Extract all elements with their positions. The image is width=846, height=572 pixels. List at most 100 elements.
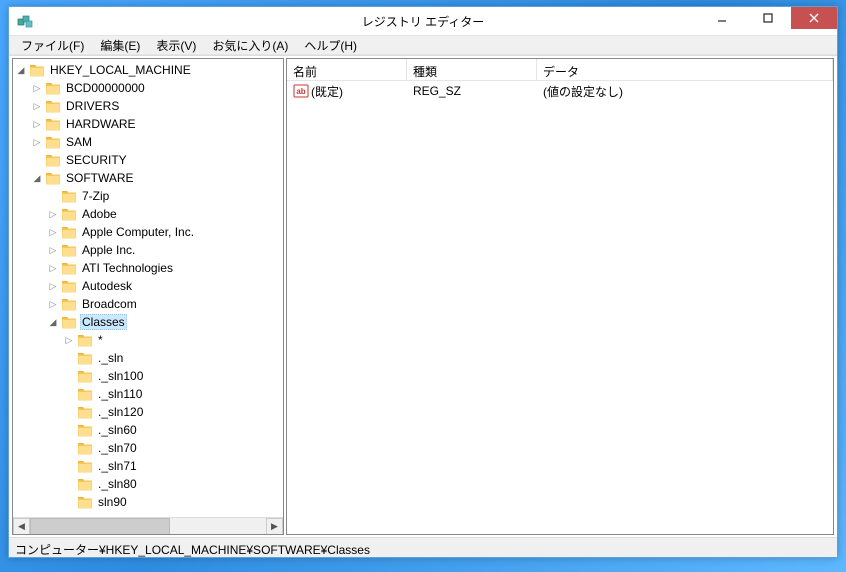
folder-icon — [61, 207, 77, 221]
tree-label: DRIVERS — [64, 99, 121, 113]
tree-row--sln110[interactable]: ._sln110 — [63, 385, 283, 403]
folder-icon — [45, 135, 61, 149]
tree-row--sln[interactable]: ._sln — [63, 349, 283, 367]
list-row[interactable]: (既定) REG_SZ (値の設定なし) — [287, 81, 833, 99]
values-list[interactable]: (既定) REG_SZ (値の設定なし) — [287, 81, 833, 534]
expander-icon[interactable]: ▷ — [31, 118, 43, 130]
scroll-right-button[interactable]: ▶ — [266, 518, 283, 535]
tree-label: Apple Inc. — [80, 243, 137, 257]
titlebar[interactable]: レジストリ エディター — [9, 7, 837, 35]
expander-icon[interactable]: ▷ — [47, 226, 59, 238]
expander-icon[interactable]: ▷ — [47, 298, 59, 310]
tree-label: SECURITY — [64, 153, 129, 167]
value-name: (既定) — [311, 83, 343, 100]
menu-edit[interactable]: 編集(E) — [92, 35, 148, 56]
expander-icon[interactable]: ▷ — [47, 280, 59, 292]
expander-icon[interactable]: ▷ — [63, 334, 75, 346]
scroll-thumb[interactable] — [30, 518, 170, 535]
tree-label: Adobe — [80, 207, 119, 221]
expander-icon[interactable]: ◢ — [31, 172, 43, 184]
tree-label: ._sln110 — [96, 387, 144, 401]
column-data[interactable]: データ — [537, 59, 833, 80]
tree-row-classes[interactable]: ◢Classes — [47, 313, 283, 331]
folder-icon — [61, 279, 77, 293]
tree-row-sam[interactable]: ▷ SAM — [31, 133, 283, 151]
tree-row-broadcom[interactable]: ▷ Broadcom — [47, 295, 283, 313]
tree-row-apple-inc-[interactable]: ▷ Apple Inc. — [47, 241, 283, 259]
tree-label: ._sln80 — [96, 477, 139, 491]
tree-label: BCD00000000 — [64, 81, 147, 95]
tree-row-adobe[interactable]: ▷ Adobe — [47, 205, 283, 223]
tree-row--sln90[interactable]: sln90 — [63, 493, 283, 511]
tree-row-7-zip[interactable]: 7-Zip — [47, 187, 283, 205]
tree-row--sln120[interactable]: ._sln120 — [63, 403, 283, 421]
expander-icon[interactable]: ▷ — [47, 208, 59, 220]
minimize-button[interactable] — [699, 7, 745, 29]
value-type: REG_SZ — [413, 84, 461, 98]
tree-row-bcd00000000[interactable]: ▷ BCD00000000 — [31, 79, 283, 97]
statusbar: コンピューター¥HKEY_LOCAL_MACHINE¥SOFTWARE¥Clas… — [9, 537, 837, 557]
tree-row-security[interactable]: SECURITY — [31, 151, 283, 169]
expander-icon[interactable]: ◢ — [15, 64, 27, 76]
column-name[interactable]: 名前 — [287, 59, 407, 80]
window-title: レジストリ エディター — [362, 13, 485, 30]
tree-row--[interactable]: ▷* — [63, 331, 283, 349]
content-area: ◢ HKEY_LOCAL_MACHINE ▷ BCD00000000 ▷ DRIVER… — [9, 55, 837, 537]
folder-icon — [45, 153, 61, 167]
folder-icon — [61, 225, 77, 239]
expander-icon[interactable]: ▷ — [31, 100, 43, 112]
maximize-button[interactable] — [745, 7, 791, 29]
tree-label: HARDWARE — [64, 117, 138, 131]
folder-icon — [61, 315, 77, 329]
tree-label: SAM — [64, 135, 94, 149]
expander-icon[interactable]: ▷ — [31, 136, 43, 148]
tree-label: Autodesk — [80, 279, 134, 293]
registry-tree[interactable]: ◢ HKEY_LOCAL_MACHINE ▷ BCD00000000 ▷ DRIVER… — [13, 59, 283, 517]
folder-icon — [45, 99, 61, 113]
tree-label: * — [96, 333, 105, 347]
status-path: コンピューター¥HKEY_LOCAL_MACHINE¥SOFTWARE¥Clas… — [15, 543, 370, 557]
tree-row--sln60[interactable]: ._sln60 — [63, 421, 283, 439]
tree-pane: ◢ HKEY_LOCAL_MACHINE ▷ BCD00000000 ▷ DRIVER… — [12, 58, 284, 535]
expander-icon[interactable]: ▷ — [47, 262, 59, 274]
tree-row-ati-technologies[interactable]: ▷ ATI Technologies — [47, 259, 283, 277]
tree-row-apple-computer-inc-[interactable]: ▷Apple Computer, Inc. — [47, 223, 283, 241]
expander-icon[interactable]: ▷ — [47, 244, 59, 256]
tree-row-software[interactable]: ◢ SOFTWARE — [31, 169, 283, 187]
menu-file[interactable]: ファイル(F) — [13, 35, 92, 56]
tree-row--sln80[interactable]: ._sln80 — [63, 475, 283, 493]
tree-label: ATI Technologies — [80, 261, 175, 275]
tree-label: SOFTWARE — [64, 171, 136, 185]
tree-row--sln70[interactable]: ._sln70 — [63, 439, 283, 457]
folder-icon — [77, 405, 93, 419]
folder-icon — [77, 369, 93, 383]
menu-view[interactable]: 表示(V) — [148, 35, 204, 56]
tree-label: Broadcom — [80, 297, 139, 311]
close-button[interactable] — [791, 7, 837, 29]
tree-label: sln90 — [96, 495, 129, 509]
tree-row-root[interactable]: ◢ HKEY_LOCAL_MACHINE — [15, 61, 283, 79]
values-pane: 名前 種類 データ (既定) REG_SZ (値の設定なし) — [286, 58, 834, 535]
folder-icon — [45, 117, 61, 131]
scroll-left-button[interactable]: ◀ — [13, 518, 30, 535]
column-type[interactable]: 種類 — [407, 59, 537, 80]
tree-row--sln100[interactable]: ._sln100 — [63, 367, 283, 385]
string-value-icon — [293, 83, 309, 99]
folder-icon — [77, 477, 93, 491]
expander-icon[interactable]: ◢ — [47, 316, 59, 328]
folder-icon — [61, 243, 77, 257]
menu-help[interactable]: ヘルプ(H) — [296, 35, 365, 56]
tree-row-hardware[interactable]: ▷ HARDWARE — [31, 115, 283, 133]
folder-icon — [45, 171, 61, 185]
folder-icon — [29, 63, 45, 77]
folder-icon — [77, 459, 93, 473]
horizontal-scrollbar[interactable]: ◀ ▶ — [13, 517, 283, 534]
expander-icon[interactable]: ▷ — [31, 82, 43, 94]
tree-row--sln71[interactable]: ._sln71 — [63, 457, 283, 475]
tree-row-drivers[interactable]: ▷ DRIVERS — [31, 97, 283, 115]
tree-row-autodesk[interactable]: ▷ Autodesk — [47, 277, 283, 295]
value-data: (値の設定なし) — [543, 83, 623, 100]
menu-favorites[interactable]: お気に入り(A) — [204, 35, 296, 56]
values-header: 名前 種類 データ — [287, 59, 833, 81]
folder-icon — [77, 333, 93, 347]
